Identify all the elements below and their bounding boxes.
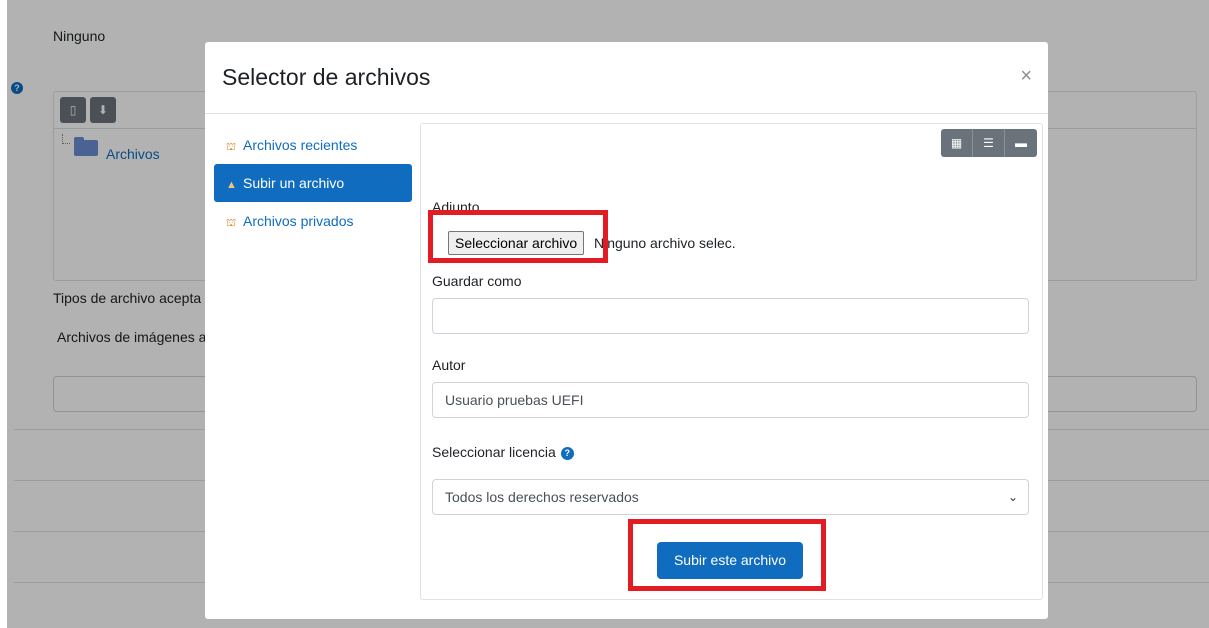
- nav-item-label: Archivos recientes: [243, 137, 358, 153]
- chevron-down-icon: ⌄: [1007, 490, 1018, 504]
- folder-view-icon[interactable]: ▬: [1005, 129, 1037, 157]
- help-icon[interactable]: ?: [560, 446, 574, 460]
- page-edge: [0, 0, 7, 628]
- screen: Ninguno ▯ ⬇ Archivos Tipos de archivo ac…: [0, 0, 1209, 628]
- view-toggle: ▦ ☰ ▬: [941, 129, 1037, 157]
- author-label: Autor: [432, 357, 466, 373]
- license-label-row: Seleccionar licencia?: [432, 444, 574, 460]
- repository-icon: ⛫: [226, 141, 237, 153]
- list-view-icon[interactable]: ☰: [973, 129, 1005, 157]
- nav-item-label: Subir un archivo: [243, 175, 345, 191]
- highlight-select-file: [428, 210, 608, 263]
- author-input[interactable]: [432, 382, 1029, 418]
- highlight-upload-button: [628, 519, 826, 591]
- license-label: Seleccionar licencia: [432, 444, 556, 460]
- save-as-label: Guardar como: [432, 273, 522, 289]
- license-selected-value: Todos los derechos reservados: [445, 489, 639, 505]
- grid-view-icon[interactable]: ▦: [941, 129, 973, 157]
- repository-nav: ⛫ Archivos recientes ▲ Subir un archivo ⛫ A…: [214, 126, 412, 240]
- modal-header: Selector de archivos ×: [205, 42, 1048, 114]
- save-as-input[interactable]: [432, 298, 1029, 334]
- license-select[interactable]: Todos los derechos reservados ⌄: [432, 479, 1029, 515]
- nav-item-upload-file[interactable]: ▲ Subir un archivo: [214, 164, 412, 202]
- upload-icon: ▲: [226, 179, 237, 191]
- file-status: Ninguno archivo selec.: [594, 235, 736, 251]
- close-icon[interactable]: ×: [1020, 66, 1032, 86]
- modal-title: Selector de archivos: [222, 64, 431, 90]
- nav-item-label: Archivos privados: [243, 213, 354, 229]
- file-picker-modal: Selector de archivos × ⛫ Archivos recient…: [205, 42, 1048, 619]
- repository-icon: ⛫: [226, 217, 237, 229]
- nav-item-recent-files[interactable]: ⛫ Archivos recientes: [214, 126, 412, 164]
- nav-item-private-files[interactable]: ⛫ Archivos privados: [214, 202, 412, 240]
